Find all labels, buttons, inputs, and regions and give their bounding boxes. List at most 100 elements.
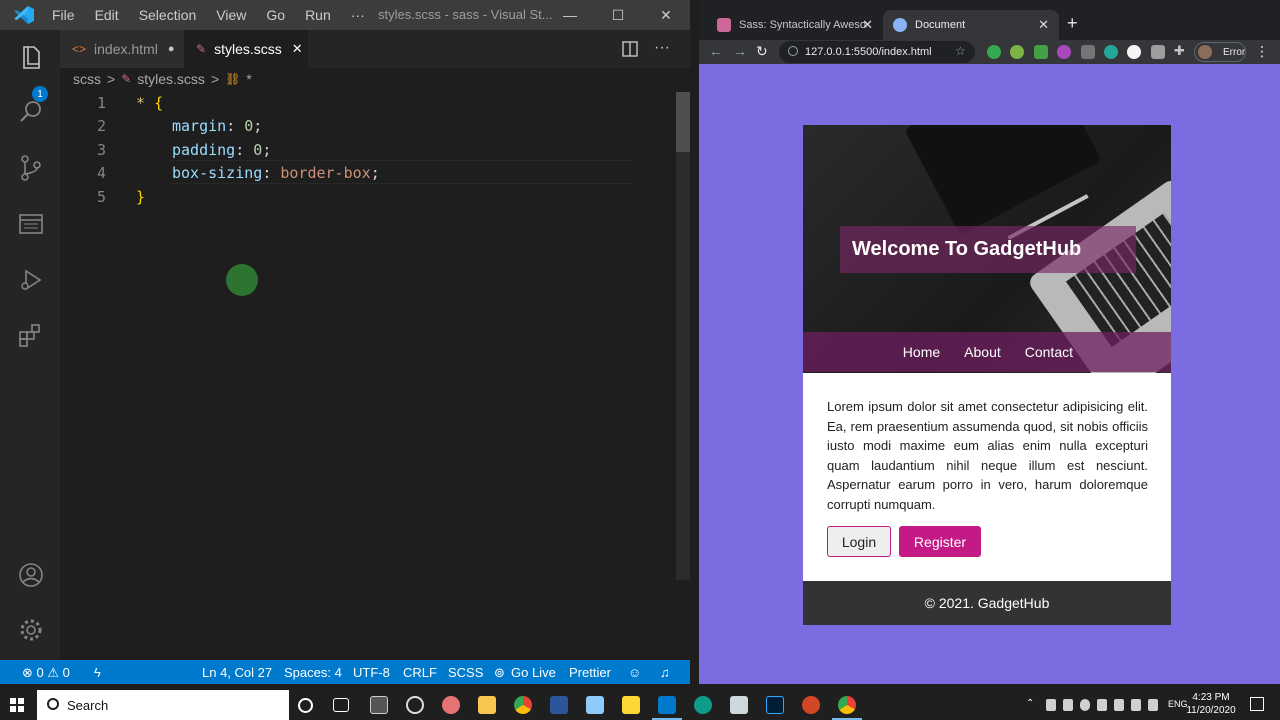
menu-edit[interactable]: Edit xyxy=(85,7,129,23)
remote-icon[interactable]: ϟ xyxy=(94,665,101,680)
forward-arrow-icon[interactable]: → xyxy=(733,43,747,59)
browser-preview-icon[interactable] xyxy=(17,210,45,238)
run-debug-icon[interactable] xyxy=(17,266,45,294)
scrollbar-thumb[interactable] xyxy=(676,92,690,152)
hero-title: Welcome To GadgetHub xyxy=(852,238,1082,260)
vscode-taskbar-icon[interactable] xyxy=(658,696,676,714)
word-icon[interactable] xyxy=(550,696,568,714)
feedback-icon[interactable]: ☺ xyxy=(628,665,641,680)
extension-color-icon[interactable] xyxy=(1057,45,1071,59)
terminal-app-icon[interactable] xyxy=(370,696,388,714)
tray-icon[interactable] xyxy=(1080,699,1090,711)
line-ending[interactable]: CRLF xyxy=(403,665,437,680)
breadcrumb-folder[interactable]: scss xyxy=(73,71,101,87)
menu-more[interactable]: ··· xyxy=(341,7,375,23)
app-icon[interactable] xyxy=(406,696,424,714)
extension-icon[interactable] xyxy=(1151,45,1165,59)
close-tab-icon[interactable]: ✕ xyxy=(862,17,873,33)
settings-gear-icon[interactable] xyxy=(17,616,45,644)
close-window-icon[interactable]: ✕ xyxy=(642,0,690,30)
reload-icon[interactable]: ↻ xyxy=(756,43,768,60)
tray-icon[interactable] xyxy=(1063,699,1073,711)
code-editor[interactable]: 1 2 3 4 5 * { margin: 0; padding: 0; box… xyxy=(60,90,690,660)
nav-home-link[interactable]: Home xyxy=(903,344,940,360)
clock[interactable]: 4:23 PM 11/20/2020 xyxy=(1186,691,1236,717)
login-button[interactable]: Login xyxy=(827,526,891,557)
app-icon[interactable] xyxy=(586,696,604,714)
tab-index-html[interactable]: <> index.html ● xyxy=(60,30,184,68)
profile-button[interactable]: Error xyxy=(1194,42,1246,62)
app-icon[interactable] xyxy=(730,696,748,714)
indentation[interactable]: Spaces: 4 xyxy=(284,665,342,680)
tray-chevron-icon[interactable]: ⌃ xyxy=(1026,698,1034,709)
browser-menu-icon[interactable]: ⋮ xyxy=(1255,43,1269,60)
close-tab-icon[interactable]: ✕ xyxy=(292,41,303,57)
notifications-bell-icon[interactable]: ♫ xyxy=(660,665,670,680)
language-indicator[interactable]: ENG xyxy=(1168,699,1188,709)
menu-file[interactable]: File xyxy=(52,7,85,23)
search-icon[interactable] xyxy=(17,98,45,126)
prettier-button[interactable]: Prettier xyxy=(569,665,611,680)
globe-favicon-icon xyxy=(893,18,907,32)
sticky-notes-icon[interactable] xyxy=(622,696,640,714)
powerpoint-icon[interactable] xyxy=(802,696,820,714)
menu-view[interactable]: View xyxy=(206,7,256,23)
address-bar[interactable]: 127.0.0.1:5500/index.html xyxy=(779,41,975,63)
photoshop-icon[interactable] xyxy=(766,696,784,714)
back-arrow-icon[interactable]: ← xyxy=(709,43,723,59)
maximize-icon[interactable]: ☐ xyxy=(594,0,642,30)
nav-about-link[interactable]: About xyxy=(964,344,1001,360)
chrome-taskbar-icon[interactable] xyxy=(514,696,532,714)
split-editor-icon[interactable] xyxy=(622,41,638,57)
browser-tab-sass[interactable]: Sass: Syntactically Awesome Style ✕ xyxy=(707,10,883,40)
unsaved-dot-icon[interactable]: ● xyxy=(168,43,175,55)
nav-contact-link[interactable]: Contact xyxy=(1025,344,1073,360)
menu-go[interactable]: Go xyxy=(256,7,295,23)
bookmark-star-icon[interactable]: ☆ xyxy=(955,44,966,58)
breadcrumb-file[interactable]: styles.scss xyxy=(137,71,205,87)
extension-icon[interactable] xyxy=(1010,45,1024,59)
windows-start-icon[interactable] xyxy=(10,698,24,712)
cortana-icon[interactable] xyxy=(298,698,313,713)
extensions-puzzle-icon[interactable]: ✚ xyxy=(1174,43,1185,59)
tray-icon[interactable] xyxy=(1046,699,1056,711)
minimize-icon[interactable]: — xyxy=(546,0,594,30)
language-mode[interactable]: SCSS xyxy=(448,665,483,680)
task-view-icon[interactable] xyxy=(333,698,349,712)
info-icon[interactable] xyxy=(788,46,798,56)
go-live-button[interactable]: Go Live xyxy=(511,665,556,680)
taskbar-search-box[interactable]: Search xyxy=(37,690,289,720)
tray-icon[interactable] xyxy=(1114,699,1124,711)
browser-tab-document[interactable]: Document ✕ xyxy=(883,10,1059,40)
wifi-icon[interactable] xyxy=(1131,699,1141,711)
new-tab-button[interactable]: + xyxy=(1067,13,1078,34)
problems-indicator[interactable]: ⊗ 0 ⚠ 0 xyxy=(22,665,70,681)
file-explorer-icon[interactable] xyxy=(478,696,496,714)
extension-shield-icon[interactable] xyxy=(1034,45,1048,59)
volume-icon[interactable] xyxy=(1148,699,1158,711)
extension-grammarly-icon[interactable] xyxy=(987,45,1001,59)
app-icon[interactable] xyxy=(442,696,460,714)
encoding[interactable]: UTF-8 xyxy=(353,665,390,680)
extension-face-icon[interactable] xyxy=(1127,45,1141,59)
notification-center-icon[interactable] xyxy=(1250,697,1264,711)
extension-download-icon[interactable] xyxy=(1081,45,1095,59)
edge-icon[interactable] xyxy=(694,696,712,714)
cursor-position[interactable]: Ln 4, Col 27 xyxy=(202,665,272,680)
tray-icon[interactable] xyxy=(1097,699,1107,711)
extension-icon[interactable] xyxy=(1104,45,1118,59)
source-control-icon[interactable] xyxy=(17,154,45,182)
register-button[interactable]: Register xyxy=(899,526,981,557)
breadcrumb-symbol[interactable]: * xyxy=(246,71,251,87)
menu-selection[interactable]: Selection xyxy=(129,7,207,23)
close-tab-icon[interactable]: ✕ xyxy=(1038,17,1049,33)
menu-run[interactable]: Run xyxy=(295,7,341,23)
editor-scrollbar[interactable] xyxy=(676,92,690,580)
chrome-taskbar-icon[interactable] xyxy=(838,696,856,714)
semicolon: ; xyxy=(370,164,380,182)
more-actions-icon[interactable]: ··· xyxy=(654,39,670,57)
extensions-icon[interactable] xyxy=(17,322,45,350)
explorer-icon[interactable] xyxy=(17,44,45,72)
account-icon[interactable] xyxy=(17,561,45,589)
tab-styles-scss[interactable]: ✎ styles.scss ✕ xyxy=(184,30,308,68)
